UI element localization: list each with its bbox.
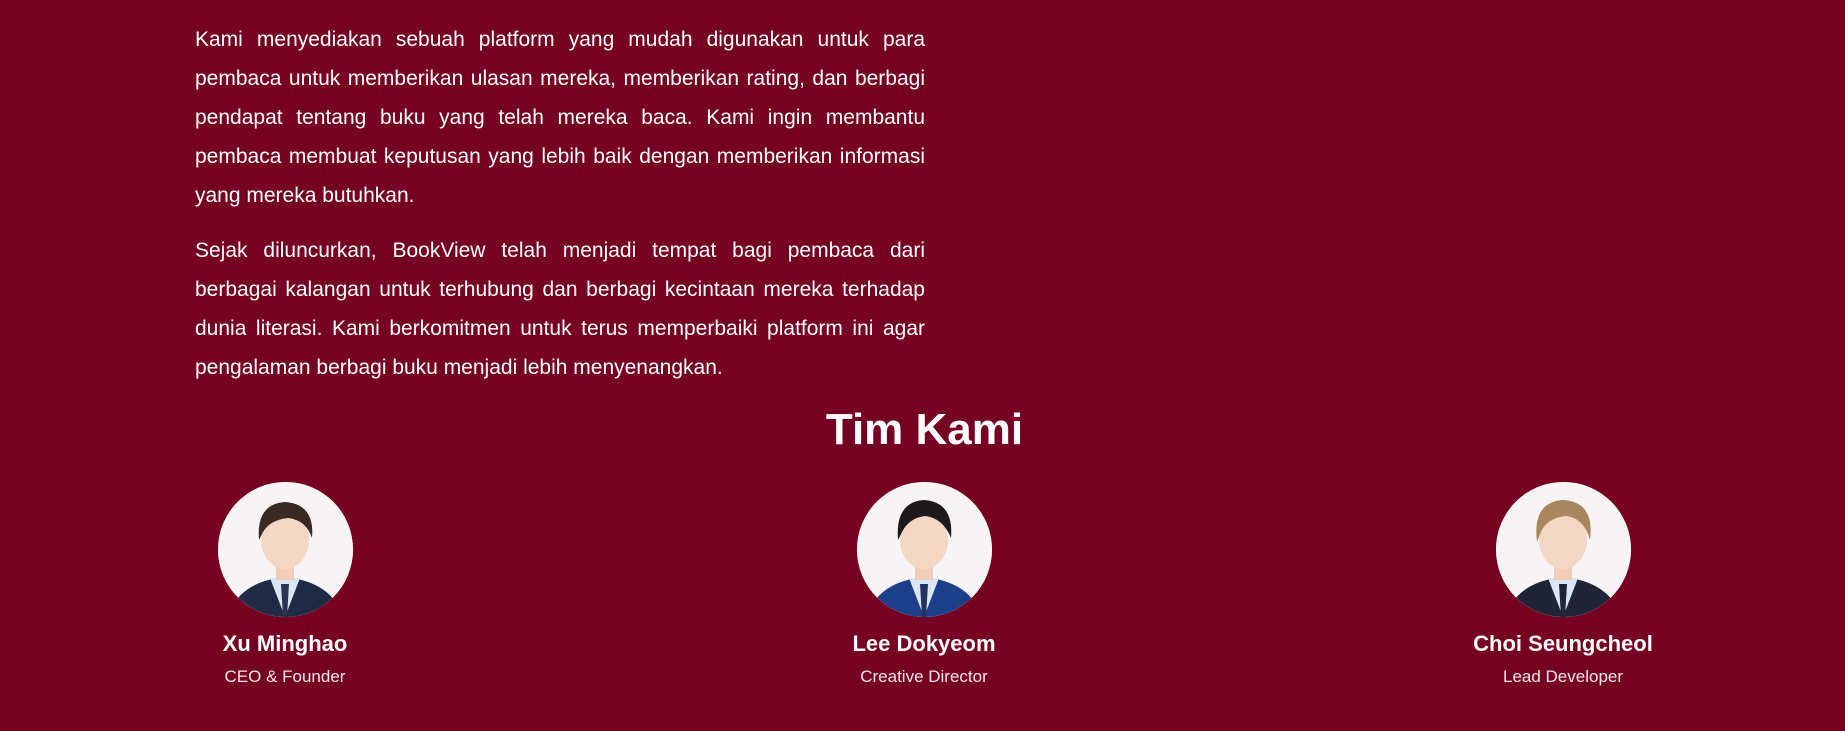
member-role: Creative Director [860,667,988,686]
person-portrait-icon [1495,482,1631,617]
team-title: Tim Kami [825,405,1024,454]
team-member-card: Xu Minghao CEO & Founder [135,482,435,689]
about-section: Kami menyediakan sebuah platform yang mu… [195,20,925,403]
member-avatar [217,482,353,617]
member-role: Lead Developer [1502,667,1624,686]
person-portrait-icon [856,482,992,617]
about-page: Kami menyediakan sebuah platform yang mu… [0,0,1845,731]
member-role: CEO & Founder [224,667,346,686]
about-paragraph-2: Sejak diluncurkan, BookView telah menjad… [195,239,925,379]
member-name: Lee Dokyeom [852,631,996,656]
member-name: Choi Seungcheol [1473,631,1653,656]
member-avatar [856,482,992,617]
member-name: Xu Minghao [222,631,348,656]
team-member-card: Choi Seungcheol Lead Developer [1413,482,1713,689]
about-paragraph-1: Kami menyediakan sebuah platform yang mu… [195,28,925,207]
team-member-card: Lee Dokyeom Creative Director [774,482,1074,689]
person-portrait-icon [217,482,353,617]
member-avatar [1495,482,1631,617]
